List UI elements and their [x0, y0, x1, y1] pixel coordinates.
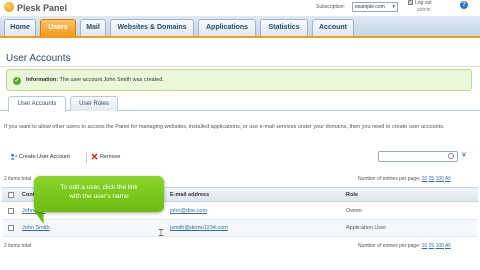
plesk-logo-icon	[4, 2, 14, 12]
tab-users[interactable]: Users	[40, 19, 76, 36]
entries-option-10[interactable]: 10	[422, 176, 428, 182]
email-link[interactable]: jsmith@demo1234.com	[170, 225, 228, 231]
search-input[interactable]	[378, 151, 458, 162]
tab-mail[interactable]: Mail	[80, 19, 106, 36]
row-checkbox[interactable]	[8, 208, 14, 214]
entries-per-page-bottom: Number of entries per page: 10 25 100 Al…	[358, 243, 451, 249]
contact-name-link[interactable]: John Smith	[22, 225, 50, 231]
logout-icon	[408, 0, 413, 6]
tab-applications[interactable]: Applications	[198, 19, 256, 36]
entries-per-page-top: Number of entries per page: 10 25 100 Al…	[358, 176, 451, 182]
tab-websites-domains-label: Websites & Domains	[117, 24, 187, 31]
select-all-checkbox[interactable]	[8, 192, 14, 198]
toolbar-separator	[86, 152, 87, 163]
header: Plesk Panel Subscription: example.com ▾ …	[0, 0, 480, 16]
entries-option-25[interactable]: 25	[429, 243, 435, 249]
subscription-select[interactable]: example.com ▾	[352, 2, 398, 12]
role-cell: Application User	[346, 225, 387, 231]
remove-icon	[91, 153, 98, 160]
toolbar: Create User Account Remove ¥	[0, 148, 480, 168]
column-email[interactable]: E-mail address	[170, 192, 209, 198]
remove-button[interactable]: Remove	[91, 153, 120, 161]
items-total-top: 2 items total	[4, 176, 31, 182]
create-user-account-label: Create User Account	[19, 154, 70, 160]
info-label: Information:	[26, 77, 59, 83]
logout-hint: admin	[417, 7, 431, 13]
table-row: John Smith jsmith@demo1234.com Applicati…	[2, 220, 478, 237]
divider	[0, 66, 480, 67]
add-user-icon	[10, 153, 17, 160]
entries-option-25[interactable]: 25	[429, 176, 435, 182]
tab-account-label: Account	[319, 24, 347, 31]
tab-users-label: Users	[48, 24, 68, 31]
info-message: ✓ Information: The user account John Smi…	[6, 69, 472, 91]
info-message-text: Information: The user account John Smith…	[26, 77, 164, 83]
tab-home[interactable]: Home	[4, 19, 36, 36]
subscription-value: example.com	[355, 4, 385, 10]
tab-applications-label: Applications	[205, 24, 248, 31]
tab-statistics-label: Statistics	[268, 24, 300, 31]
items-total-bottom: 2 items total	[4, 243, 31, 249]
main-nav: Home Users Mail Websites & Domains Appli…	[0, 16, 480, 38]
logout-label: Log out	[415, 0, 432, 6]
subtab-user-accounts-label: User Accounts	[17, 101, 57, 107]
role-cell: Owner	[346, 208, 363, 214]
chevron-down-icon: ▾	[392, 4, 395, 10]
subscription-label: Subscription:	[316, 4, 345, 10]
entries-option-100[interactable]: 100	[436, 176, 444, 182]
row-checkbox[interactable]	[8, 225, 14, 231]
column-role[interactable]: Role	[346, 192, 358, 198]
page-title: User Accounts	[6, 53, 71, 64]
entries-option-10[interactable]: 10	[422, 243, 428, 249]
tooltip-line-2: with the user's name	[69, 193, 129, 200]
search-icon[interactable]	[448, 153, 454, 159]
tab-statistics[interactable]: Statistics	[260, 19, 308, 36]
info-body: The user account John Smith was created.	[59, 77, 164, 83]
help-icon[interactable]: ?	[460, 1, 468, 9]
check-icon: ✓	[13, 77, 21, 85]
entries-label: Number of entries per page:	[358, 176, 421, 182]
page-description: If you want to allow other users to acce…	[4, 124, 445, 130]
tooltip-line-1: To edit a user, click the link	[60, 184, 138, 191]
remove-label: Remove	[100, 154, 121, 160]
logout-link[interactable]: Log out admin	[408, 0, 432, 14]
entries-option-all[interactable]: All	[445, 176, 451, 182]
app-logo-text: Plesk Panel	[17, 3, 68, 13]
tooltip-callout: To edit a user, click the link with the …	[34, 176, 164, 212]
tab-websites-domains[interactable]: Websites & Domains	[110, 19, 194, 36]
tab-account[interactable]: Account	[312, 19, 354, 36]
tab-mail-label: Mail	[86, 24, 100, 31]
mouse-cursor-icon: ⌶	[158, 228, 164, 239]
email-link[interactable]: john@doe.com	[170, 208, 207, 214]
filter-toggle-icon[interactable]: ¥	[462, 152, 466, 159]
subtab-user-accounts[interactable]: User Accounts	[8, 96, 66, 112]
tab-home-label: Home	[10, 24, 30, 31]
subtab-user-roles[interactable]: User Roles	[70, 96, 118, 111]
subtab-user-roles-label: User Roles	[79, 101, 109, 107]
entries-option-100[interactable]: 100	[436, 243, 444, 249]
entries-label: Number of entries per page:	[358, 243, 421, 249]
create-user-account-button[interactable]: Create User Account	[10, 153, 70, 161]
entries-option-all[interactable]: All	[445, 243, 451, 249]
